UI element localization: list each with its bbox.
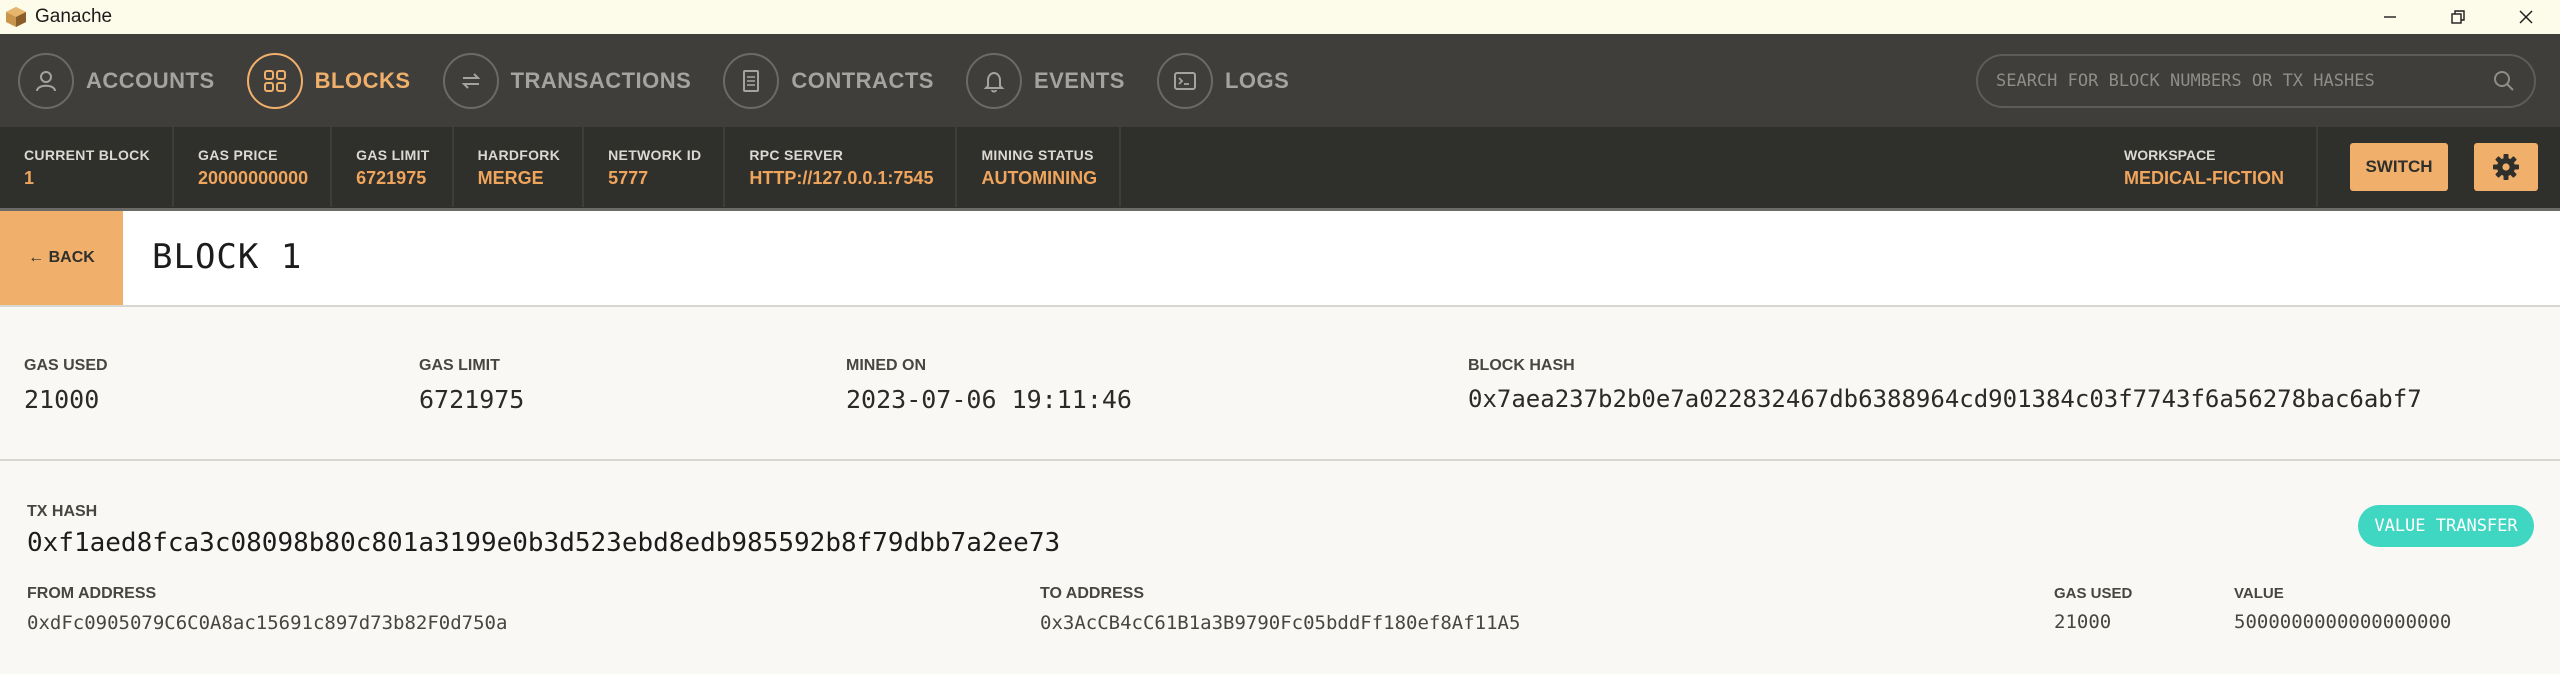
nav-transactions[interactable]: TRANSACTIONS bbox=[442, 52, 692, 109]
stat-value: 6721975 bbox=[356, 168, 427, 188]
search-icon[interactable] bbox=[2492, 69, 2516, 93]
minimize-icon bbox=[2384, 16, 2396, 18]
stat-value: 5777 bbox=[608, 168, 649, 188]
switch-workspace-button[interactable]: SWITCH bbox=[2350, 143, 2448, 191]
window-title: Ganache bbox=[35, 6, 113, 27]
tx-hash-value: 0xf1aed8fca3c08098b80c801a3199e0b3d523eb… bbox=[27, 528, 1061, 558]
field-label: MINED ON bbox=[846, 357, 926, 374]
tx-from-address: FROM ADDRESS 0xdFc0905079C6C0A8ac15691c8… bbox=[27, 585, 507, 634]
stat-gas-price: GAS PRICE 20000000000 bbox=[174, 127, 333, 207]
block-hash: BLOCK HASH 0x7aea237b2b0e7a022832467db63… bbox=[1468, 357, 2422, 413]
block-gas-limit: GAS LIMIT 6721975 bbox=[419, 357, 524, 414]
nav-accounts-icon-circle bbox=[18, 52, 74, 109]
search-box bbox=[1976, 54, 2536, 108]
page-title: BLOCK 1 bbox=[152, 237, 303, 277]
nav-blocks-icon-circle bbox=[246, 52, 303, 109]
back-button[interactable]: ← BACK bbox=[0, 211, 123, 305]
field-value: 6721975 bbox=[419, 385, 525, 414]
terminal-icon bbox=[1173, 71, 1196, 90]
document-icon bbox=[743, 69, 760, 92]
main-nav: ACCOUNTS BLOCKS TRANSACTIONS CONTRACTS E… bbox=[0, 34, 2560, 127]
bell-icon bbox=[983, 71, 1005, 92]
close-button[interactable] bbox=[2492, 0, 2560, 34]
stat-network-id: NETWORK ID 5777 bbox=[584, 127, 726, 207]
tx-type-badge: VALUE TRANSFER bbox=[2358, 505, 2534, 547]
grid-icon bbox=[263, 69, 286, 92]
nav-events-label: EVENTS bbox=[1033, 67, 1125, 93]
field-value: 0x3AcCB4cC61B1a3B9790Fc05bddFf180ef8Af11… bbox=[1040, 612, 1521, 634]
nav-contracts[interactable]: CONTRACTS bbox=[723, 52, 934, 109]
stat-value: AUTOMINING bbox=[981, 168, 1098, 188]
stat-label: MINING STATUS bbox=[981, 147, 1094, 163]
tx-hash-label: TX HASH bbox=[27, 503, 98, 520]
person-icon bbox=[36, 70, 56, 91]
nav-logs-label: LOGS bbox=[1224, 67, 1290, 93]
stat-label: GAS LIMIT bbox=[356, 147, 430, 163]
field-value: 21000 bbox=[24, 385, 100, 414]
stat-hardfork: HARDFORK MERGE bbox=[454, 127, 585, 207]
field-value: 2023-07-06 19:11:46 bbox=[846, 385, 1132, 414]
field-value: 0xdFc0905079C6C0A8ac15691c897d73b82F0d75… bbox=[27, 612, 508, 634]
field-value: 0x7aea237b2b0e7a022832467db6388964cd9013… bbox=[1468, 385, 2422, 413]
chain-status-bar: CURRENT BLOCK 1 GAS PRICE 20000000000 GA… bbox=[0, 127, 2560, 211]
nav-events[interactable]: EVENTS bbox=[965, 52, 1125, 109]
window-titlebar: Ganache bbox=[0, 0, 2560, 34]
stat-label: WORKSPACE bbox=[2124, 147, 2216, 163]
restore-button[interactable] bbox=[2424, 0, 2492, 34]
field-label: GAS USED bbox=[2054, 585, 2133, 602]
nav-contracts-label: CONTRACTS bbox=[791, 67, 934, 93]
field-label: VALUE bbox=[2234, 585, 2284, 602]
nav-transactions-label: TRANSACTIONS bbox=[510, 67, 692, 93]
stat-label: HARDFORK bbox=[477, 147, 561, 163]
ganache-logo-icon bbox=[6, 7, 26, 27]
stat-label: CURRENT BLOCK bbox=[24, 147, 151, 163]
tx-value: VALUE 5000000000000000000 bbox=[2234, 585, 2451, 633]
field-label: BLOCK HASH bbox=[1468, 357, 1575, 374]
tx-gas-used: GAS USED 21000 bbox=[2054, 585, 2132, 633]
minimize-button[interactable] bbox=[2356, 0, 2424, 34]
nav-blocks-label: BLOCKS bbox=[314, 67, 411, 93]
nav-logs[interactable]: LOGS bbox=[1156, 52, 1290, 109]
stat-mining-status: MINING STATUS AUTOMINING bbox=[957, 127, 1122, 207]
settings-button[interactable] bbox=[2474, 143, 2538, 191]
stat-label: RPC SERVER bbox=[749, 147, 844, 163]
block-details: GAS USED 21000 GAS LIMIT 6721975 MINED O… bbox=[0, 309, 2560, 461]
tx-to-address: TO ADDRESS 0x3AcCB4cC61B1a3B9790Fc05bddF… bbox=[1040, 585, 1520, 634]
block-mined-on: MINED ON 2023-07-06 19:11:46 bbox=[846, 357, 1132, 414]
close-icon bbox=[2519, 10, 2533, 24]
nav-accounts-label: ACCOUNTS bbox=[86, 67, 215, 93]
field-value: 5000000000000000000 bbox=[2234, 611, 2452, 633]
nav-transactions-icon-circle bbox=[442, 52, 499, 109]
nav-contracts-icon-circle bbox=[723, 52, 780, 109]
stat-workspace: WORKSPACE MEDICAL-FICTION bbox=[2100, 127, 2318, 207]
stat-gas-limit: GAS LIMIT 6721975 bbox=[332, 127, 454, 207]
block-header: ← BACK BLOCK 1 bbox=[0, 211, 2560, 307]
stat-value: 20000000000 bbox=[198, 168, 309, 188]
block-gas-used: GAS USED 21000 bbox=[24, 357, 108, 414]
field-label: FROM ADDRESS bbox=[27, 585, 157, 602]
gear-icon bbox=[2493, 154, 2519, 180]
stat-label: NETWORK ID bbox=[608, 147, 702, 163]
stat-label: GAS PRICE bbox=[198, 147, 278, 163]
field-label: TO ADDRESS bbox=[1040, 585, 1145, 602]
field-label: GAS USED bbox=[24, 357, 108, 374]
nav-blocks[interactable]: BLOCKS bbox=[246, 52, 411, 109]
search-input[interactable] bbox=[1996, 71, 2492, 91]
stat-current-block: CURRENT BLOCK 1 bbox=[0, 127, 175, 207]
stat-value: HTTP://127.0.0.1:7545 bbox=[749, 168, 934, 188]
nav-logs-icon-circle bbox=[1156, 52, 1213, 109]
transaction-item[interactable]: TX HASH 0xf1aed8fca3c08098b80c801a3199e0… bbox=[0, 463, 2560, 674]
stat-value: 1 bbox=[24, 168, 35, 188]
stat-value: MEDICAL-FICTION bbox=[2124, 168, 2284, 188]
swap-arrows-icon bbox=[461, 72, 480, 89]
stat-value: MERGE bbox=[477, 168, 544, 188]
restore-icon bbox=[2451, 10, 2465, 24]
nav-events-icon-circle bbox=[965, 52, 1022, 109]
field-value: 21000 bbox=[2054, 611, 2112, 633]
field-label: GAS LIMIT bbox=[419, 357, 500, 374]
window-controls bbox=[2356, 0, 2560, 34]
stat-rpc-server: RPC SERVER HTTP://127.0.0.1:7545 bbox=[725, 127, 958, 207]
nav-accounts[interactable]: ACCOUNTS bbox=[18, 52, 215, 109]
